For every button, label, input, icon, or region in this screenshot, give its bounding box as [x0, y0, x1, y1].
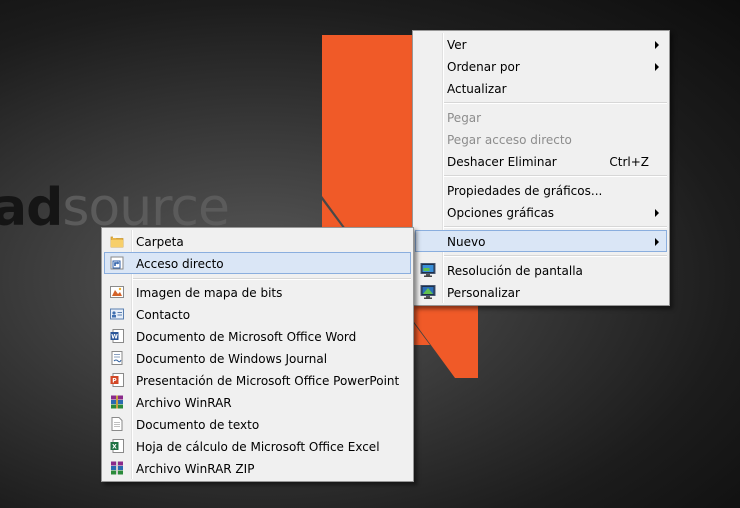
text-document-icon	[111, 417, 123, 431]
menu-item-label: Imagen de mapa de bits	[136, 286, 283, 300]
new-item-folder[interactable]: Carpeta	[104, 230, 411, 252]
new-item-text-document[interactable]: Documento de texto	[104, 413, 411, 435]
menu-item-label: Presentación de Microsoft Office PowerPo…	[136, 374, 400, 388]
powerpoint-icon: P	[110, 373, 124, 387]
menu-item-graphics-properties[interactable]: Propiedades de gráficos...	[415, 179, 667, 201]
menu-item-label: Contacto	[136, 308, 191, 322]
new-item-journal-document[interactable]: Documento de Windows Journal	[104, 347, 411, 369]
menu-item-label: Archivo WinRAR ZIP	[136, 462, 255, 476]
contact-icon	[110, 308, 124, 320]
menu-item-label: Ver	[447, 38, 467, 52]
menu-separator	[444, 226, 667, 228]
folder-icon	[110, 235, 124, 248]
menu-item-label: Pegar acceso directo	[447, 133, 572, 147]
svg-text:P: P	[112, 378, 117, 385]
menu-item-label: Documento de Windows Journal	[136, 352, 328, 366]
submenu-arrow-icon	[655, 238, 659, 246]
submenu-arrow-icon	[655, 41, 659, 49]
menu-item-label: Deshacer Eliminar	[447, 155, 557, 169]
menu-item-label: Documento de texto	[136, 418, 260, 432]
word-document-icon: W	[110, 329, 124, 343]
menu-item-sort-by[interactable]: Ordenar por	[415, 55, 667, 77]
journal-document-icon	[111, 351, 123, 365]
personalize-monitor-icon	[420, 285, 436, 299]
menu-item-view[interactable]: Ver	[415, 33, 667, 55]
menu-item-label: Resolución de pantalla	[447, 264, 583, 278]
svg-text:W: W	[111, 334, 118, 341]
menu-separator	[444, 255, 667, 257]
new-item-word-document[interactable]: W Documento de Microsoft Office Word	[104, 325, 411, 347]
menu-item-new[interactable]: Nuevo	[415, 230, 667, 252]
new-item-contact[interactable]: Contacto	[104, 303, 411, 325]
menu-item-undo-delete[interactable]: Deshacer Eliminar Ctrl+Z	[415, 150, 667, 172]
menu-item-paste-shortcut[interactable]: Pegar acceso directo	[415, 128, 667, 150]
menu-item-label: Personalizar	[447, 286, 520, 300]
menu-separator	[444, 175, 667, 177]
menu-item-label: Pegar	[447, 111, 482, 125]
desktop-context-menu: Ver Ordenar por Actualizar Pegar Pegar a…	[412, 30, 670, 306]
new-item-shortcut[interactable]: Acceso directo	[104, 252, 411, 274]
menu-item-label: Actualizar	[447, 82, 507, 96]
new-item-winrar-zip[interactable]: Archivo WinRAR ZIP	[104, 457, 411, 479]
submenu-arrow-icon	[655, 209, 659, 217]
menu-item-label: Ordenar por	[447, 60, 520, 74]
menu-item-screen-resolution[interactable]: Resolución de pantalla	[415, 259, 667, 281]
menu-item-refresh[interactable]: Actualizar	[415, 77, 667, 99]
bitmap-icon	[110, 286, 124, 298]
menu-item-label: Opciones gráficas	[447, 206, 555, 220]
winrar-zip-icon	[111, 461, 123, 475]
menu-item-paste[interactable]: Pegar	[415, 106, 667, 128]
menu-item-label: Hoja de cálculo de Microsoft Office Exce…	[136, 440, 380, 454]
shortcut-icon	[110, 256, 124, 270]
new-item-bitmap[interactable]: Imagen de mapa de bits	[104, 281, 411, 303]
menu-item-graphics-options[interactable]: Opciones gráficas	[415, 201, 667, 223]
menu-item-label: Nuevo	[447, 235, 486, 249]
menu-item-label: Acceso directo	[136, 257, 224, 271]
monitor-icon	[420, 263, 436, 277]
submenu-arrow-icon	[655, 63, 659, 71]
menu-separator	[133, 278, 411, 280]
menu-item-label: Archivo WinRAR	[136, 396, 232, 410]
new-item-winrar[interactable]: Archivo WinRAR	[104, 391, 411, 413]
menu-item-shortcut: Ctrl+Z	[609, 155, 649, 169]
new-submenu: Carpeta Acceso directo Imagen de mapa de…	[101, 227, 414, 482]
svg-text:X: X	[112, 444, 117, 451]
menu-item-label: Carpeta	[136, 235, 184, 249]
menu-separator	[444, 102, 667, 104]
wallpaper-brand-dark: ad	[0, 178, 63, 238]
winrar-icon	[111, 395, 123, 409]
new-item-excel[interactable]: X Hoja de cálculo de Microsoft Office Ex…	[104, 435, 411, 457]
new-item-powerpoint[interactable]: P Presentación de Microsoft Office Power…	[104, 369, 411, 391]
excel-icon: X	[110, 439, 124, 453]
menu-item-label: Documento de Microsoft Office Word	[136, 330, 357, 344]
menu-item-label: Propiedades de gráficos...	[447, 184, 603, 198]
menu-item-personalize[interactable]: Personalizar	[415, 281, 667, 303]
